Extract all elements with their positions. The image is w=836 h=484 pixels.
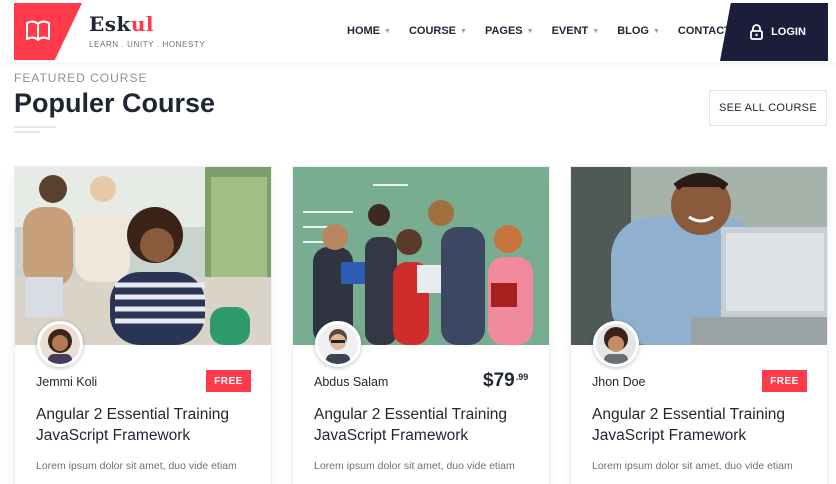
instructor-name[interactable]: Jhon Doe xyxy=(592,375,646,389)
course-card[interactable]: Jemmi Koli FREE Angular 2 Essential Trai… xyxy=(14,166,272,484)
course-description: Lorem ipsum dolor sit amet, duo vide eti… xyxy=(36,460,237,472)
course-photo-classroom-icon xyxy=(293,167,549,345)
nav-label: HOME xyxy=(347,25,380,37)
course-title[interactable]: Angular 2 Essential Training JavaScript … xyxy=(592,404,812,446)
nav-label: COURSE xyxy=(408,25,456,37)
title-underline-short xyxy=(14,131,40,133)
instructor-avatar[interactable] xyxy=(315,321,361,367)
login-label: LOGIN xyxy=(771,26,806,38)
nav-label: PAGES xyxy=(484,25,523,37)
caret-down-icon: ▼ xyxy=(460,27,467,35)
nav-pages[interactable]: PAGES ▼ xyxy=(485,25,534,37)
nav-blog[interactable]: BLOG ▼ xyxy=(617,25,660,37)
avatar-photo-icon xyxy=(318,324,358,364)
price-amount: $79 xyxy=(483,370,515,391)
price-cents: .99 xyxy=(515,372,529,382)
price-badge-free: FREE xyxy=(206,370,251,392)
nav-label: EVENT xyxy=(551,25,589,37)
lock-icon xyxy=(750,24,763,40)
main-nav: HOME ▼ COURSE ▼ PAGES ▼ EVENT ▼ BLOG ▼ CONTAC… xyxy=(347,25,767,37)
course-image[interactable] xyxy=(15,167,271,345)
course-title[interactable]: Angular 2 Essential Training JavaScript … xyxy=(314,404,534,446)
section-title: Populer Course xyxy=(14,88,216,118)
brand-tagline: LEARN . UNITY . HONESTY xyxy=(89,40,206,49)
site-header: Eskul LEARN . UNITY . HONESTY HOME ▼ COUR… xyxy=(0,0,836,62)
brand-name[interactable]: Eskul xyxy=(89,12,154,36)
course-description: Lorem ipsum dolor sit amet, duo vide eti… xyxy=(314,460,515,472)
course-title[interactable]: Angular 2 Essential Training JavaScript … xyxy=(36,404,256,446)
brand-accent: ul xyxy=(130,12,155,36)
course-image[interactable] xyxy=(571,167,827,345)
see-all-course-button[interactable]: SEE ALL COURSE xyxy=(709,90,827,126)
nav-label: BLOG xyxy=(617,25,649,37)
instructor-avatar[interactable] xyxy=(37,321,83,367)
avatar-photo-icon xyxy=(40,324,80,364)
course-card[interactable]: Abdus Salam $79.99 Angular 2 Essential T… xyxy=(292,166,550,484)
instructor-avatar[interactable] xyxy=(593,321,639,367)
login-button[interactable]: LOGIN xyxy=(720,3,828,61)
course-description: Lorem ipsum dolor sit amet, duo vide eti… xyxy=(592,460,793,472)
course-photo-students-icon xyxy=(15,167,271,345)
course-card[interactable]: Jhon Doe FREE Angular 2 Essential Traini… xyxy=(570,166,828,484)
instructor-name[interactable]: Abdus Salam xyxy=(314,375,388,389)
avatar-photo-icon xyxy=(596,324,636,364)
logo-badge[interactable] xyxy=(14,3,82,60)
price-badge-free: FREE xyxy=(762,370,807,392)
course-price: $79.99 xyxy=(483,370,528,392)
nav-event[interactable]: EVENT ▼ xyxy=(552,25,600,37)
nav-course[interactable]: COURSE ▼ xyxy=(409,25,467,37)
caret-down-icon: ▼ xyxy=(592,27,600,35)
title-underline xyxy=(14,126,56,128)
instructor-name[interactable]: Jemmi Koli xyxy=(36,375,97,389)
caret-down-icon: ▼ xyxy=(384,27,391,35)
open-book-icon xyxy=(26,20,50,41)
caret-down-icon: ▼ xyxy=(652,27,660,35)
caret-down-icon: ▼ xyxy=(526,27,534,35)
course-image[interactable] xyxy=(293,167,549,345)
brand-main: Esk xyxy=(89,12,131,36)
nav-home[interactable]: HOME ▼ xyxy=(347,25,391,37)
section-eyebrow: FEATURED COURSE xyxy=(14,71,148,85)
course-photo-laptop-icon xyxy=(571,167,827,345)
